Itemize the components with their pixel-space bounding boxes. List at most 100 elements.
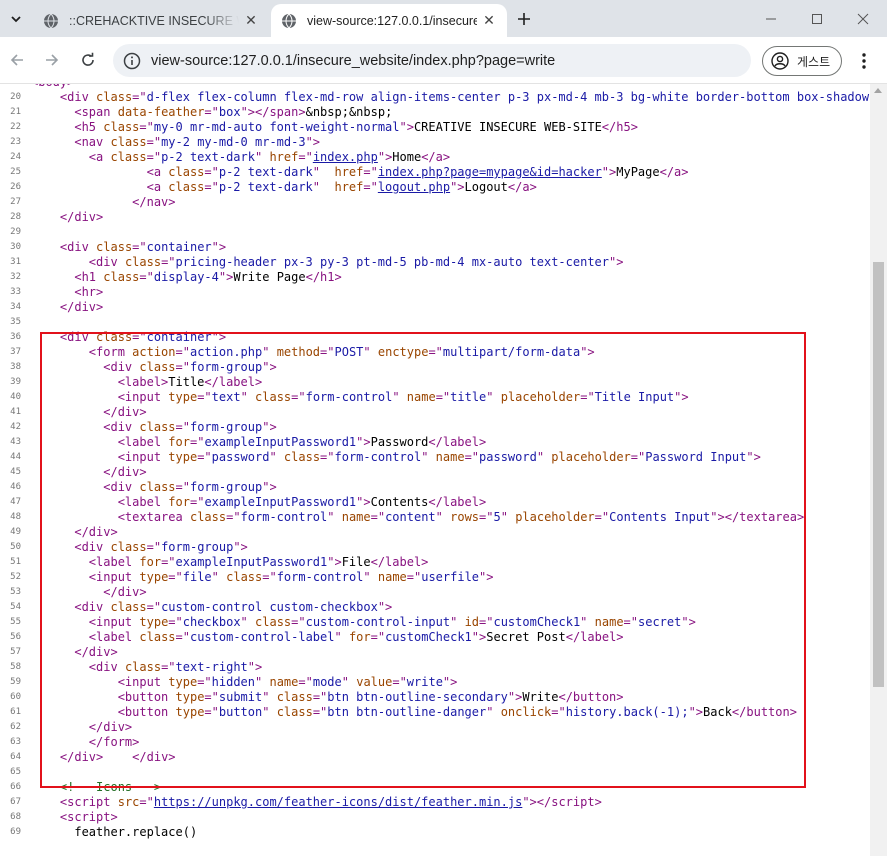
line-code: </nav> — [132, 195, 176, 209]
line-number: 43 — [10, 437, 21, 447]
line-code: <label for="exampleInputPassword1">Passw… — [117, 435, 487, 449]
source-line: 45 </div> — [0, 465, 870, 480]
line-code: </div> — [59, 210, 104, 224]
more-vert-icon — [862, 53, 866, 69]
source-line: 44 <input type="password" class="form-co… — [0, 450, 870, 465]
source-link[interactable]: index.php?page=mypage&id=hacker — [378, 165, 602, 179]
tab-title: view-source:127.0.0.1/insecure_ — [307, 13, 477, 28]
source-line: 60 <button type="submit" class="btn btn-… — [0, 690, 870, 705]
line-code: <!-- Icons --> — [59, 780, 162, 794]
tab-search-button[interactable] — [5, 8, 27, 30]
line-number: 29 — [10, 227, 21, 237]
source-line: 39 <label>Title</label> — [0, 375, 870, 390]
url-text[interactable]: view-source:127.0.0.1/insecure_website/i… — [151, 53, 555, 69]
source-line: 69 feather.replace() — [0, 825, 870, 840]
line-code: <script> — [59, 810, 118, 824]
source-line: 35 — [0, 315, 870, 330]
line-number: 57 — [10, 647, 21, 657]
line-number: 21 — [10, 107, 21, 117]
line-number: 42 — [10, 422, 21, 432]
source-line: 20 <div class="d-flex flex-column flex-m… — [0, 90, 870, 105]
arrow-right-icon — [46, 54, 59, 66]
close-window-button[interactable] — [840, 0, 886, 37]
source-line: 64 </div> </div> — [0, 750, 870, 765]
tab-crehacktive[interactable]: ::CREHACKTIVE INSECURE WE ✕ — [33, 4, 269, 37]
line-code: <input type="hidden" name="mode" value="… — [117, 675, 458, 689]
line-code: <h1 class="display-4">Write Page</h1> — [74, 270, 342, 284]
source-link[interactable]: logout.php — [378, 180, 450, 194]
close-icon[interactable]: ✕ — [481, 12, 497, 29]
line-code: <div class="custom-control custom-checkb… — [74, 600, 393, 614]
line-number: 68 — [10, 812, 21, 822]
line-code: <label>Title</label> — [117, 375, 263, 389]
tab-strip: ::CREHACKTIVE INSECURE WE ✕ view-source:… — [0, 0, 887, 37]
line-code: <div class="text-right"> — [88, 660, 263, 674]
source-line: 21 <span data-feather="box"></span>&nbsp… — [0, 105, 870, 120]
line-number: 67 — [10, 797, 21, 807]
source-line: 27 </nav> — [0, 195, 870, 210]
chevron-down-icon — [11, 16, 21, 23]
maximize-icon — [812, 13, 822, 24]
source-line: 56 <label class="custom-control-label" f… — [0, 630, 870, 645]
source-line: 46 <div class="form-group"> — [0, 480, 870, 495]
minimize-button[interactable] — [748, 0, 794, 37]
reload-button[interactable] — [76, 48, 100, 72]
line-number: 35 — [10, 317, 21, 327]
source-line: 68 <script> — [0, 810, 870, 825]
scroll-thumb[interactable] — [873, 262, 884, 687]
line-number: 23 — [10, 137, 21, 147]
source-line: 33 <hr> — [0, 285, 870, 300]
line-number: 58 — [10, 662, 21, 672]
line-number: 64 — [10, 752, 21, 762]
tab-view-source[interactable]: view-source:127.0.0.1/insecure_ ✕ — [271, 4, 507, 37]
line-code: <div class="form-group"> — [74, 540, 248, 554]
line-code: <input type="checkbox" class="custom-con… — [88, 615, 696, 629]
reload-icon — [82, 52, 94, 66]
source-line: 42 <div class="form-group"> — [0, 420, 870, 435]
minimize-icon — [766, 18, 776, 19]
line-number: 45 — [10, 467, 21, 477]
close-icon — [857, 13, 869, 24]
vertical-scrollbar[interactable] — [870, 84, 887, 856]
line-code: <div class="container"> — [59, 330, 227, 344]
source-line: 54 <div class="custom-control custom-che… — [0, 600, 870, 615]
tab-title: ::CREHACKTIVE INSECURE WE — [69, 13, 239, 28]
source-line: 58 <div class="text-right"> — [0, 660, 870, 675]
source-line: 22 <h5 class="my-0 mr-md-auto font-weigh… — [0, 120, 870, 135]
source-link[interactable]: index.php — [313, 150, 378, 164]
new-tab-button[interactable] — [512, 7, 536, 31]
line-code: <label for="exampleInputPassword1">Conte… — [117, 495, 487, 509]
line-code: <nav class="my-2 my-md-0 mr-md-3"> — [74, 135, 321, 149]
plus-icon — [518, 13, 530, 25]
source-line: 65 — [0, 765, 870, 780]
address-bar[interactable]: view-source:127.0.0.1/insecure_website/i… — [113, 44, 751, 77]
line-number: 61 — [10, 707, 21, 717]
line-number: 59 — [10, 677, 21, 687]
source-line: 48 <textarea class="form-control" name="… — [0, 510, 870, 525]
source-line: 36 <div class="container"> — [0, 330, 870, 345]
line-number: 48 — [10, 512, 21, 522]
forward-button[interactable] — [40, 48, 64, 72]
line-number: 66 — [10, 782, 21, 792]
line-number: 52 — [10, 572, 21, 582]
source-line: 40 <input type="text" class="form-contro… — [0, 390, 870, 405]
line-code: <h5 class="my-0 mr-md-auto font-weight-n… — [74, 120, 638, 134]
back-button[interactable] — [5, 48, 29, 72]
line-code: <div class="pricing-header px-3 py-3 pt-… — [88, 255, 624, 269]
line-number: 34 — [10, 302, 21, 312]
menu-button[interactable] — [854, 49, 874, 73]
info-icon[interactable] — [122, 51, 142, 71]
scroll-up-arrow-icon[interactable] — [874, 88, 882, 93]
line-number: 27 — [10, 197, 21, 207]
source-line: 66 <!-- Icons --> — [0, 780, 870, 795]
guest-profile-button[interactable]: 게스트 — [762, 46, 842, 76]
source-line: 32 <h1 class="display-4">Write Page</h1> — [0, 270, 870, 285]
close-icon[interactable]: ✕ — [243, 12, 259, 29]
line-number: 28 — [10, 212, 21, 222]
line-number: 50 — [10, 542, 21, 552]
line-code: </div> — [103, 585, 147, 599]
source-view: 19<body>20 <div class="d-flex flex-colum… — [0, 84, 870, 856]
source-link[interactable]: https://unpkg.com/feather-icons/dist/fea… — [154, 795, 522, 809]
line-number: 46 — [10, 482, 21, 492]
maximize-button[interactable] — [794, 0, 840, 37]
